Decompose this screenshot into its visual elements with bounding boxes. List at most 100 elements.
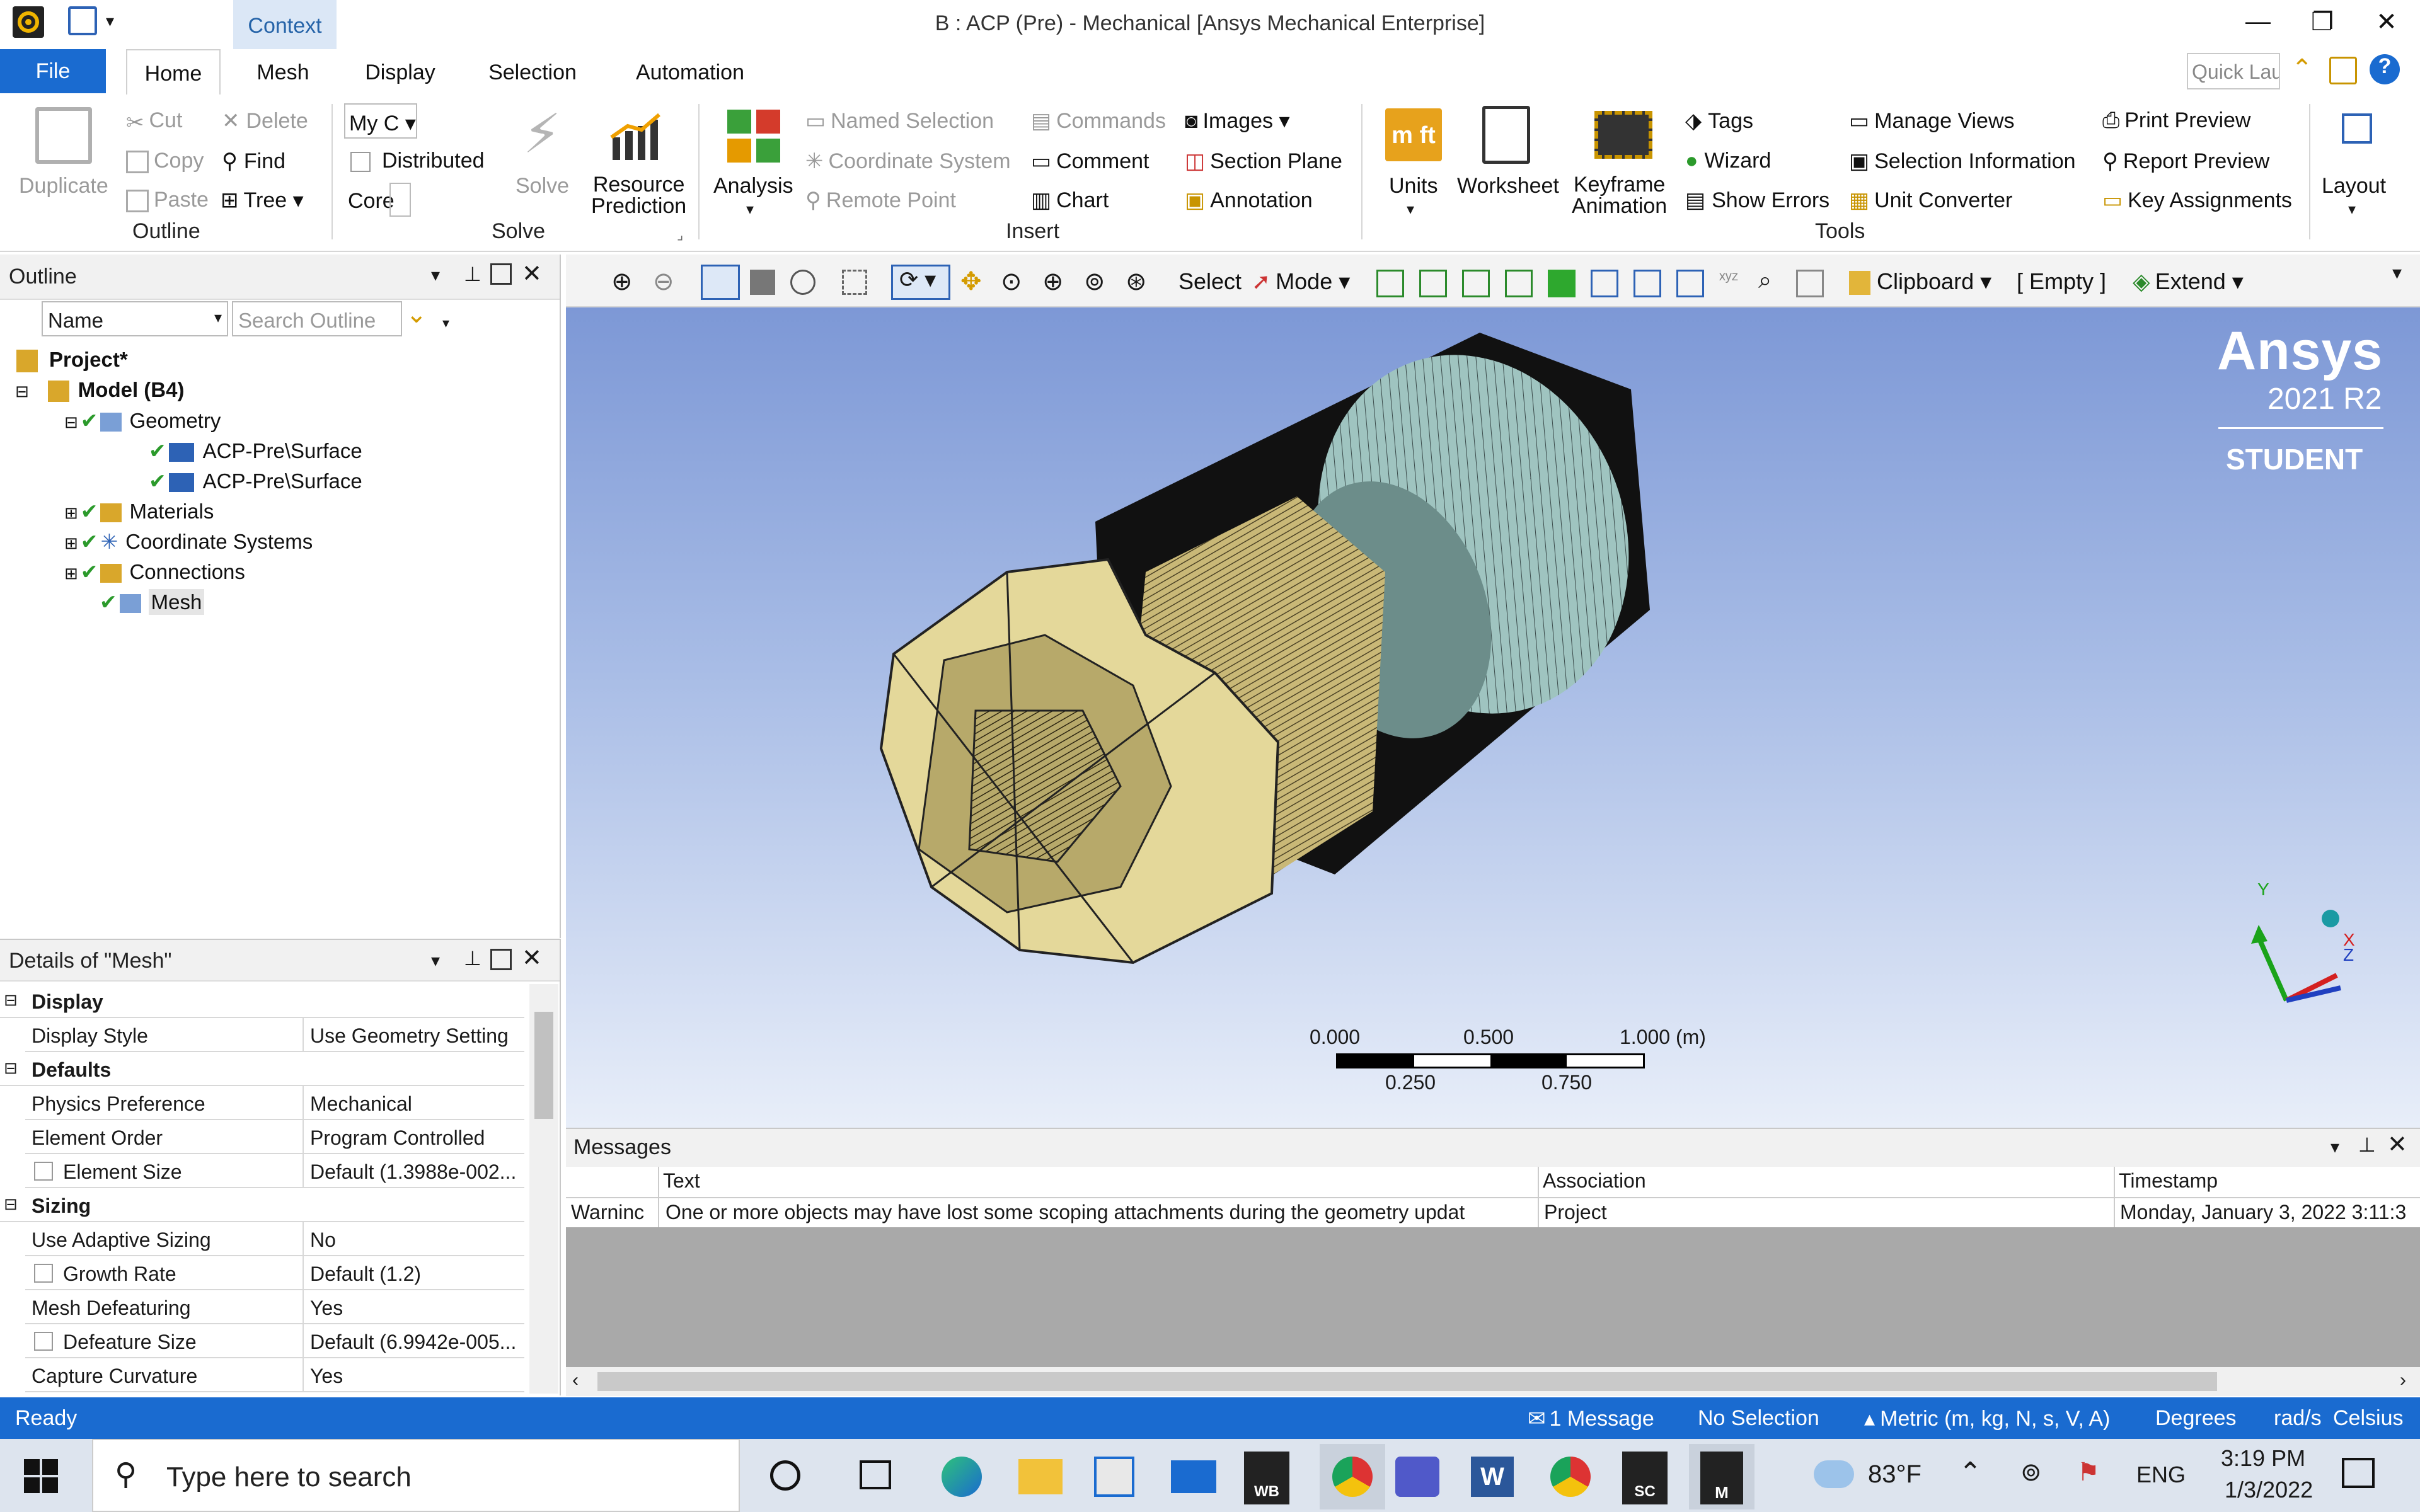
column-header-association[interactable]: Association: [1543, 1169, 1646, 1193]
zoom-icon[interactable]: ⊙: [1001, 267, 1022, 296]
solve-icon[interactable]: ⚡: [523, 106, 561, 163]
box-zoom-icon[interactable]: ⊕: [1042, 267, 1064, 296]
shaded-view-icon[interactable]: [750, 270, 775, 295]
layout-icon[interactable]: [2342, 113, 2372, 144]
comment-button[interactable]: ▭ Comment: [1031, 149, 1150, 174]
edge-icon[interactable]: [942, 1457, 982, 1497]
cores-input[interactable]: [389, 183, 411, 217]
tree-item-mesh[interactable]: ✔ Mesh: [100, 589, 205, 615]
status-rads[interactable]: rad/s: [2274, 1406, 2322, 1431]
find-button[interactable]: ⚲ Find: [222, 149, 285, 174]
ansys-logo-icon[interactable]: [13, 6, 44, 38]
task-view-icon[interactable]: [860, 1460, 891, 1489]
messages-menu-icon[interactable]: ▾: [2331, 1137, 2339, 1157]
tree-item-coordinate-systems[interactable]: ⊞ ✔ ✳ Coordinate Systems: [64, 529, 313, 554]
detail-row[interactable]: Physics Preference Mechanical: [25, 1086, 524, 1120]
coordinate-system-button[interactable]: ✳ Coordinate System: [805, 149, 1011, 174]
section-plane-button[interactable]: ◫ Section Plane: [1185, 149, 1342, 174]
status-messages[interactable]: ✉ 1 Message: [1528, 1406, 1654, 1431]
detail-row[interactable]: Element Order Program Controlled: [25, 1120, 524, 1154]
notification-badge-icon[interactable]: ⚑: [2077, 1458, 2100, 1487]
tab-automation[interactable]: Automation: [624, 49, 756, 94]
workbench-icon[interactable]: WB: [1244, 1452, 1289, 1504]
chrome-profile-icon[interactable]: [1550, 1457, 1591, 1497]
manage-views-button[interactable]: ▭ Manage Views: [1849, 108, 2015, 134]
graphics-viewport[interactable]: Ansys 2021 R2 STUDENT 0.000 0.500 1.000 …: [566, 307, 2420, 1128]
details-scrollbar[interactable]: [529, 984, 558, 1394]
iso-view-icon[interactable]: [701, 265, 740, 300]
show-errors-button[interactable]: ▤ Show Errors: [1685, 188, 1829, 213]
select-element-icon[interactable]: [1634, 270, 1661, 297]
outline-filter-select[interactable]: Name ▾: [42, 301, 228, 336]
unit-converter-button[interactable]: ▦ Unit Converter: [1849, 188, 2012, 213]
scroll-thumb[interactable]: [534, 1012, 553, 1119]
clock-date[interactable]: 1/3/2022: [2225, 1477, 2313, 1503]
detail-row[interactable]: Capture Curvature Yes: [25, 1358, 524, 1392]
detail-row[interactable]: Use Adaptive Sizing No: [25, 1222, 524, 1256]
scroll-right-icon[interactable]: ›: [2400, 1370, 2406, 1391]
section-sizing[interactable]: ⊟ Sizing: [0, 1188, 524, 1222]
label-icon[interactable]: ⌕: [1758, 267, 1772, 294]
tab-file[interactable]: File: [0, 49, 106, 93]
keyframe-animation-button[interactable]: Keyframe Animation: [1572, 174, 1667, 217]
pin-icon[interactable]: ⊥: [2358, 1133, 2376, 1157]
word-icon[interactable]: W: [1471, 1457, 1514, 1497]
store-icon[interactable]: [1094, 1457, 1134, 1497]
close-icon[interactable]: ✕: [522, 944, 542, 972]
box-select-icon[interactable]: [842, 270, 867, 295]
minimize-icon[interactable]: —: [2236, 8, 2280, 45]
named-selection-button[interactable]: ▭ Named Selection: [805, 108, 994, 134]
mechanical-icon[interactable]: M: [1689, 1444, 1754, 1509]
wireframe-view-icon[interactable]: [790, 270, 815, 295]
section-defaults[interactable]: ⊟ Defaults: [0, 1052, 524, 1086]
maximize-icon[interactable]: [490, 949, 512, 970]
collapse-ribbon-icon[interactable]: ⌃: [2291, 54, 2313, 83]
clipboard-button[interactable]: Clipboard ▾: [1849, 268, 1991, 295]
key-assignments-button[interactable]: ▭ Key Assignments: [2102, 188, 2292, 213]
selection-information-button[interactable]: ▣ Selection Information: [1849, 149, 2076, 174]
tab-home[interactable]: Home: [126, 49, 221, 94]
duplicate-button[interactable]: Duplicate: [19, 174, 108, 198]
tree-item-materials[interactable]: ⊞ ✔ Materials: [64, 499, 214, 524]
pin-icon[interactable]: ⊥: [464, 262, 481, 286]
network-icon[interactable]: ⊚: [2020, 1458, 2042, 1487]
annotation-button[interactable]: ▣ Annotation: [1185, 188, 1313, 213]
section-display[interactable]: ⊟ Display: [0, 984, 524, 1018]
dialog-launcher-icon[interactable]: ⌟: [677, 227, 683, 243]
chevron-down-icon[interactable]: ▾: [442, 315, 449, 331]
collapse-icon[interactable]: ⊟: [15, 382, 29, 401]
collapse-icon[interactable]: ⊟: [64, 413, 78, 432]
save-icon[interactable]: [68, 6, 97, 35]
analysis-icon[interactable]: [725, 107, 783, 165]
windows-start-icon[interactable]: [24, 1459, 58, 1493]
help-icon[interactable]: ?: [2370, 54, 2400, 84]
tab-display[interactable]: Display: [353, 49, 447, 94]
scroll-thumb[interactable]: [597, 1372, 2217, 1391]
column-header-text[interactable]: Text: [663, 1169, 700, 1193]
tab-mesh[interactable]: Mesh: [242, 49, 324, 94]
action-center-icon[interactable]: [2342, 1458, 2375, 1488]
distributed-checkbox[interactable]: Distributed: [350, 149, 485, 173]
checkbox-icon[interactable]: [34, 1162, 53, 1181]
expand-icon[interactable]: ⊞: [64, 564, 78, 583]
tree-item-geometry[interactable]: ⊟ ✔ Geometry: [64, 408, 221, 433]
details-menu-icon[interactable]: ▾: [431, 950, 440, 971]
detail-row[interactable]: Display Style Use Geometry Setting: [25, 1018, 524, 1052]
resource-prediction-button[interactable]: Resource Prediction: [591, 174, 686, 217]
chrome-icon[interactable]: [1320, 1444, 1385, 1509]
file-explorer-icon[interactable]: [1018, 1459, 1063, 1494]
tree-button[interactable]: ⊞ Tree ▾: [221, 188, 304, 213]
extend-button[interactable]: ◈ Extend ▾: [2133, 268, 2244, 295]
magnifier-icon[interactable]: ⊛: [1126, 267, 1147, 296]
pan-icon[interactable]: ✥: [960, 267, 982, 296]
scroll-left-icon[interactable]: ‹: [572, 1370, 579, 1391]
copy-button[interactable]: Copy: [126, 149, 204, 174]
status-degrees[interactable]: Degrees: [2155, 1406, 2237, 1431]
restore-icon[interactable]: ❐: [2300, 8, 2344, 45]
mail-icon[interactable]: [1171, 1460, 1216, 1493]
maximize-icon[interactable]: [490, 263, 512, 285]
solve-button[interactable]: Solve: [516, 174, 569, 198]
detail-row[interactable]: Growth Rate Default (1.2): [25, 1256, 524, 1290]
teams-icon[interactable]: [1395, 1457, 1439, 1497]
remote-point-button[interactable]: ⚲ Remote Point: [805, 188, 956, 213]
